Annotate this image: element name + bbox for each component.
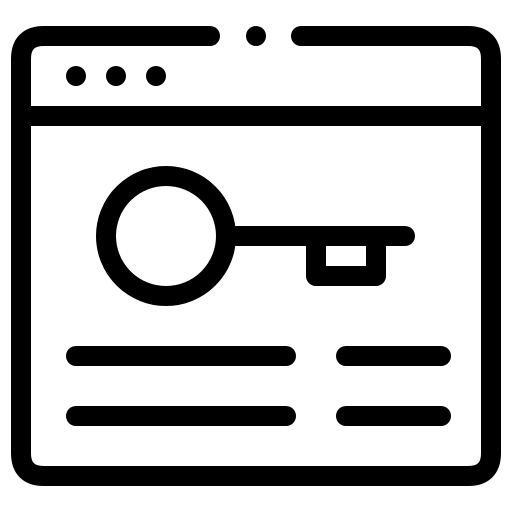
window-dot-2-icon — [106, 66, 126, 86]
top-dot-icon — [246, 26, 266, 46]
browser-window-key-icon — [11, 26, 501, 486]
window-dot-1-icon — [66, 66, 86, 86]
key-bow — [96, 166, 236, 306]
icon-canvas — [0, 0, 512, 512]
window-dot-3-icon — [146, 66, 166, 86]
